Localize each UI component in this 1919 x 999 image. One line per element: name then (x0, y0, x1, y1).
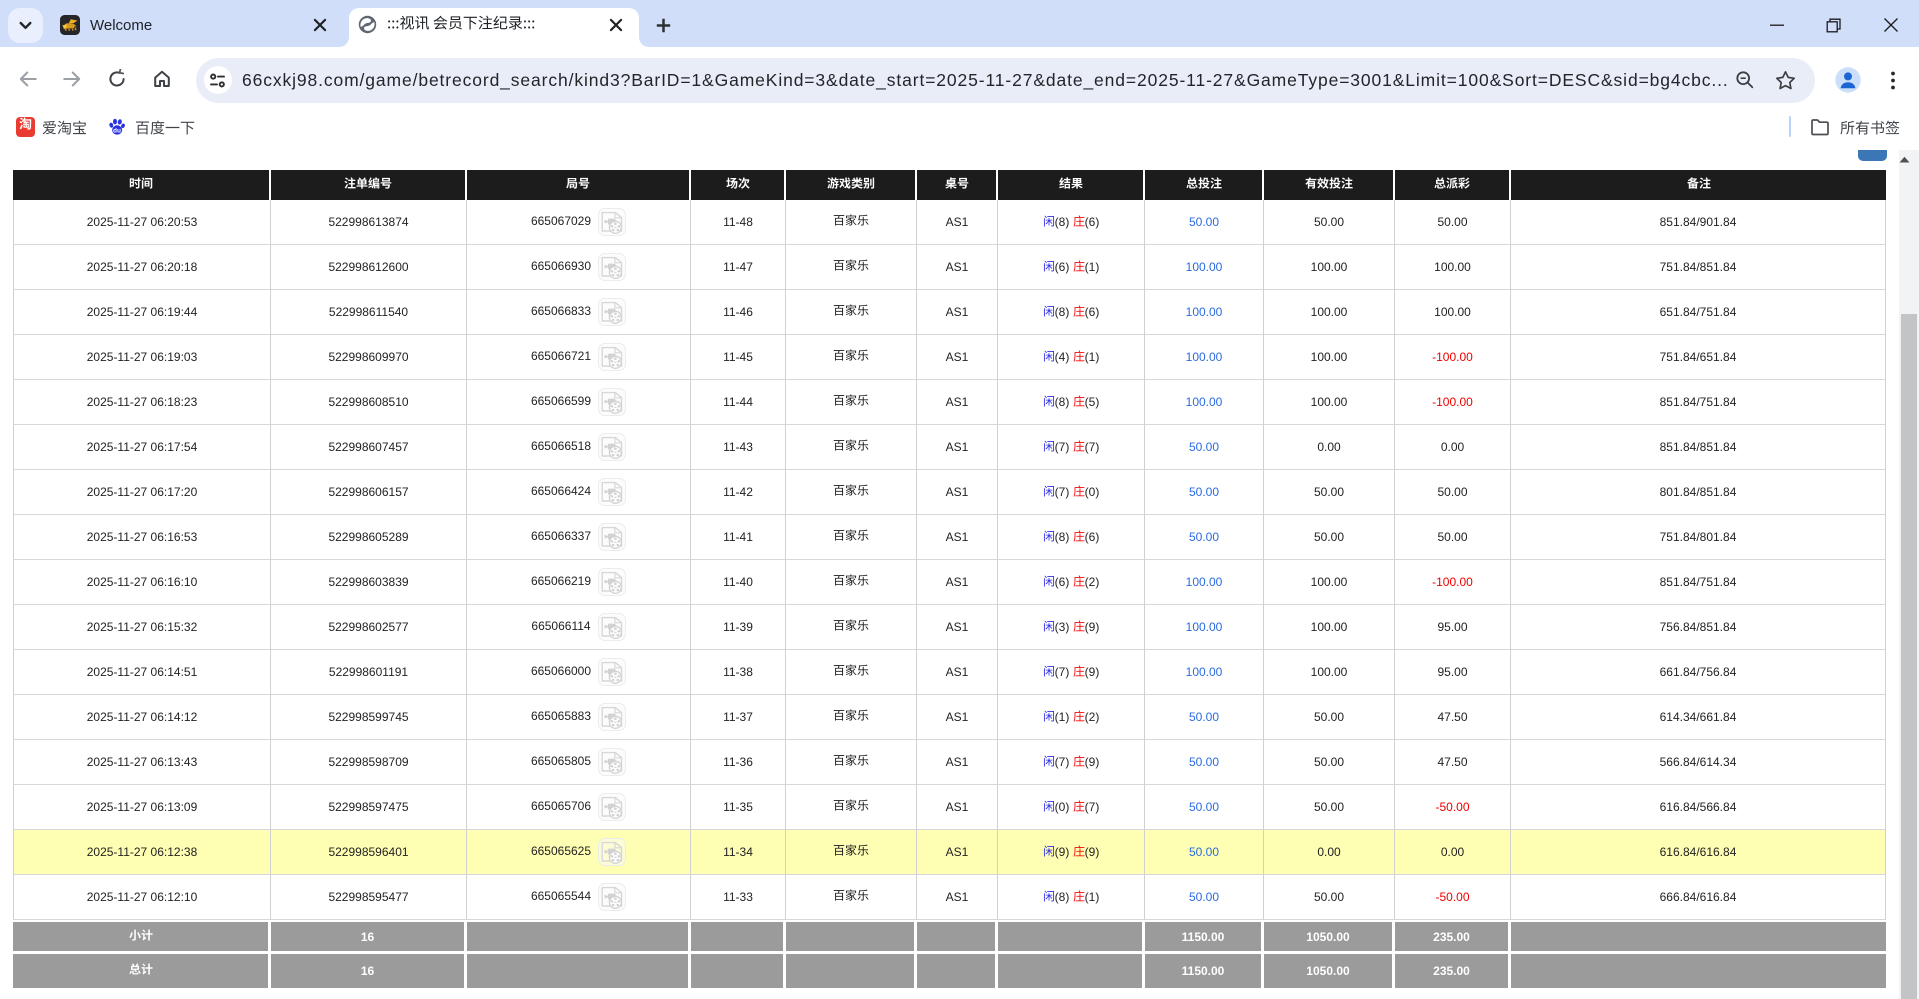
svg-text:du: du (113, 128, 121, 135)
